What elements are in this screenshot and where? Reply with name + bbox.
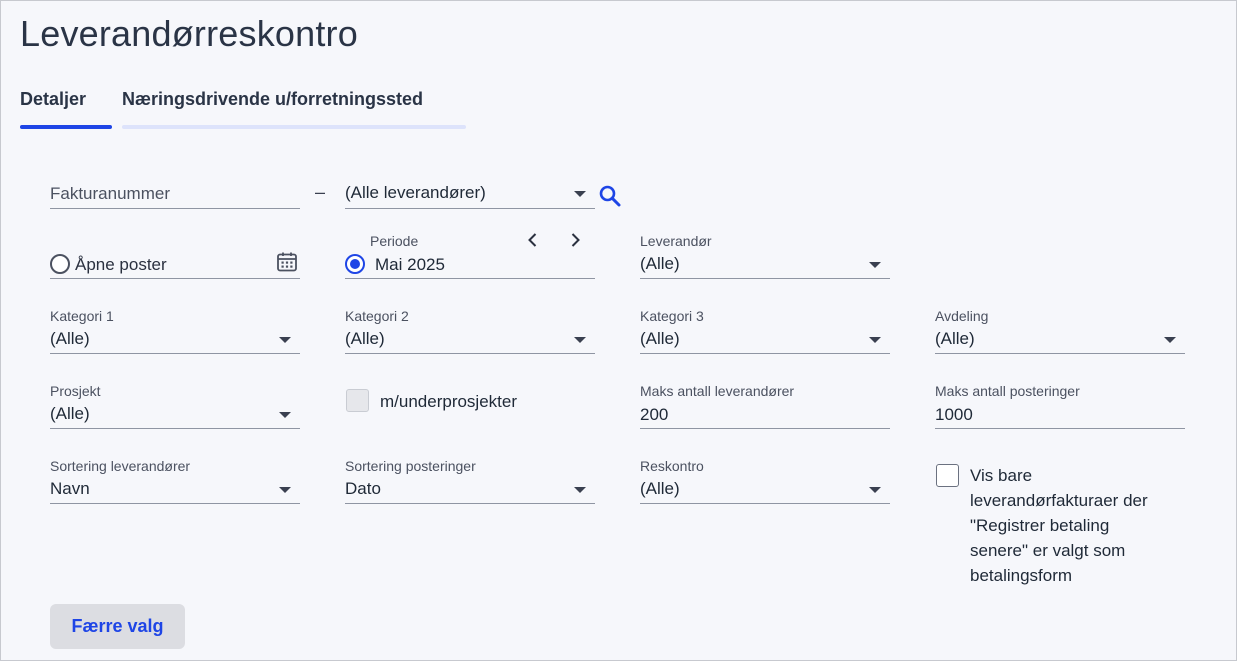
invoice-number-placeholder: Fakturanummer — [50, 184, 170, 203]
field-underline — [345, 278, 595, 279]
max-postings-input[interactable]: Maks antall posteringer 1000 — [935, 383, 1185, 429]
tab-detaljer[interactable]: Detaljer — [20, 89, 112, 129]
sort-suppliers-label: Sortering leverandører — [50, 458, 191, 474]
register-later-checkbox[interactable] — [936, 464, 959, 487]
field-underline — [935, 353, 1185, 354]
register-later-line: betalingsform — [970, 566, 1073, 585]
sort-suppliers-select[interactable]: Sortering leverandører Navn — [50, 458, 300, 504]
category3-value: (Alle) — [640, 329, 680, 348]
caret-down-icon — [279, 412, 291, 418]
sort-postings-value: Dato — [345, 479, 381, 498]
caret-down-icon — [869, 262, 881, 268]
caret-down-icon — [1164, 337, 1176, 343]
supplier-select[interactable]: Leverandør (Alle) — [640, 233, 890, 279]
page-title: Leverandørreskontro — [20, 13, 358, 54]
project-label: Prosjekt — [50, 383, 101, 399]
category1-label: Kategori 1 — [50, 308, 114, 324]
register-later-line: "Registrer betaling — [970, 516, 1110, 535]
period-label: Periode — [370, 233, 419, 249]
tab-naeringsdrivende[interactable]: Næringsdrivende u/forretningssted — [122, 89, 466, 129]
sort-postings-label: Sortering posteringer — [345, 458, 476, 474]
register-later-line: Vis bare — [970, 466, 1033, 485]
field-underline — [50, 278, 300, 279]
max-postings-label: Maks antall posteringer — [935, 383, 1080, 399]
field-underline — [50, 428, 300, 429]
period-field: Periode Mai 2025 — [345, 233, 595, 279]
category3-label: Kategori 3 — [640, 308, 704, 324]
register-later-line: leverandørfakturaer der — [970, 491, 1148, 510]
field-underline — [345, 208, 595, 209]
max-suppliers-value: 200 — [640, 405, 669, 424]
max-postings-value: 1000 — [935, 405, 973, 424]
max-suppliers-label: Maks antall leverandører — [640, 383, 795, 399]
sort-suppliers-value: Navn — [50, 479, 90, 498]
department-value: (Alle) — [935, 329, 975, 348]
period-value: Mai 2025 — [375, 255, 445, 274]
field-underline — [50, 503, 300, 504]
subprojects-label: m/underprosjekter — [380, 392, 518, 411]
category2-value: (Alle) — [345, 329, 385, 348]
project-select[interactable]: Prosjekt (Alle) — [50, 383, 300, 429]
caret-down-icon — [869, 487, 881, 493]
caret-down-icon — [574, 191, 586, 197]
chevron-left-icon[interactable] — [523, 230, 543, 250]
field-underline — [640, 428, 890, 429]
ledger-select[interactable]: Reskontro (Alle) — [640, 458, 890, 504]
fewer-options-button[interactable]: Færre valg — [50, 604, 185, 649]
ledger-value: (Alle) — [640, 479, 680, 498]
period-radio[interactable] — [345, 254, 365, 274]
caret-down-icon — [279, 487, 291, 493]
project-value: (Alle) — [50, 404, 90, 423]
tab-inactive-underline — [122, 125, 466, 129]
ledger-label: Reskontro — [640, 458, 704, 474]
supplier-label: Leverandør — [640, 233, 712, 249]
max-suppliers-input[interactable]: Maks antall leverandører 200 — [640, 383, 890, 429]
category2-select[interactable]: Kategori 2 (Alle) — [345, 308, 595, 354]
field-underline — [935, 428, 1185, 429]
field-underline — [345, 503, 595, 504]
caret-down-icon — [869, 337, 881, 343]
caret-down-icon — [279, 337, 291, 343]
category1-value: (Alle) — [50, 329, 90, 348]
register-later-label: Vis bare leverandørfakturaer der "Regist… — [970, 463, 1200, 588]
field-underline — [345, 353, 595, 354]
field-underline — [640, 353, 890, 354]
tab-label: Detaljer — [20, 89, 87, 109]
department-label: Avdeling — [935, 308, 989, 324]
search-icon[interactable] — [598, 184, 622, 208]
field-underline — [640, 503, 890, 504]
department-select[interactable]: Avdeling (Alle) — [935, 308, 1185, 354]
open-items-radio[interactable] — [50, 254, 70, 274]
invoice-number-field[interactable]: Fakturanummer — [50, 181, 300, 209]
subprojects-checkbox[interactable] — [346, 389, 369, 412]
tab-active-underline — [20, 125, 112, 129]
chevron-right-icon[interactable] — [565, 230, 585, 250]
category2-label: Kategori 2 — [345, 308, 409, 324]
field-underline — [50, 353, 300, 354]
app-window: Leverandørreskontro Detaljer Næringsdriv… — [0, 0, 1237, 661]
tab-label: Næringsdrivende u/forretningssted — [122, 89, 424, 109]
open-items-label: Åpne poster — [75, 255, 167, 274]
calendar-icon[interactable] — [276, 251, 298, 273]
range-separator: – — [315, 182, 326, 202]
category1-select[interactable]: Kategori 1 (Alle) — [50, 308, 300, 354]
field-underline — [50, 208, 300, 209]
register-later-line: senere" er valgt som — [970, 541, 1126, 560]
supplier-value: (Alle) — [640, 254, 680, 273]
open-items-field: Åpne poster — [50, 251, 300, 279]
caret-down-icon — [574, 487, 586, 493]
caret-down-icon — [574, 337, 586, 343]
supplier-range-value: (Alle leverandører) — [345, 183, 486, 202]
supplier-range-select[interactable]: (Alle leverandører) — [345, 181, 595, 209]
field-underline — [640, 278, 890, 279]
category3-select[interactable]: Kategori 3 (Alle) — [640, 308, 890, 354]
sort-postings-select[interactable]: Sortering posteringer Dato — [345, 458, 595, 504]
